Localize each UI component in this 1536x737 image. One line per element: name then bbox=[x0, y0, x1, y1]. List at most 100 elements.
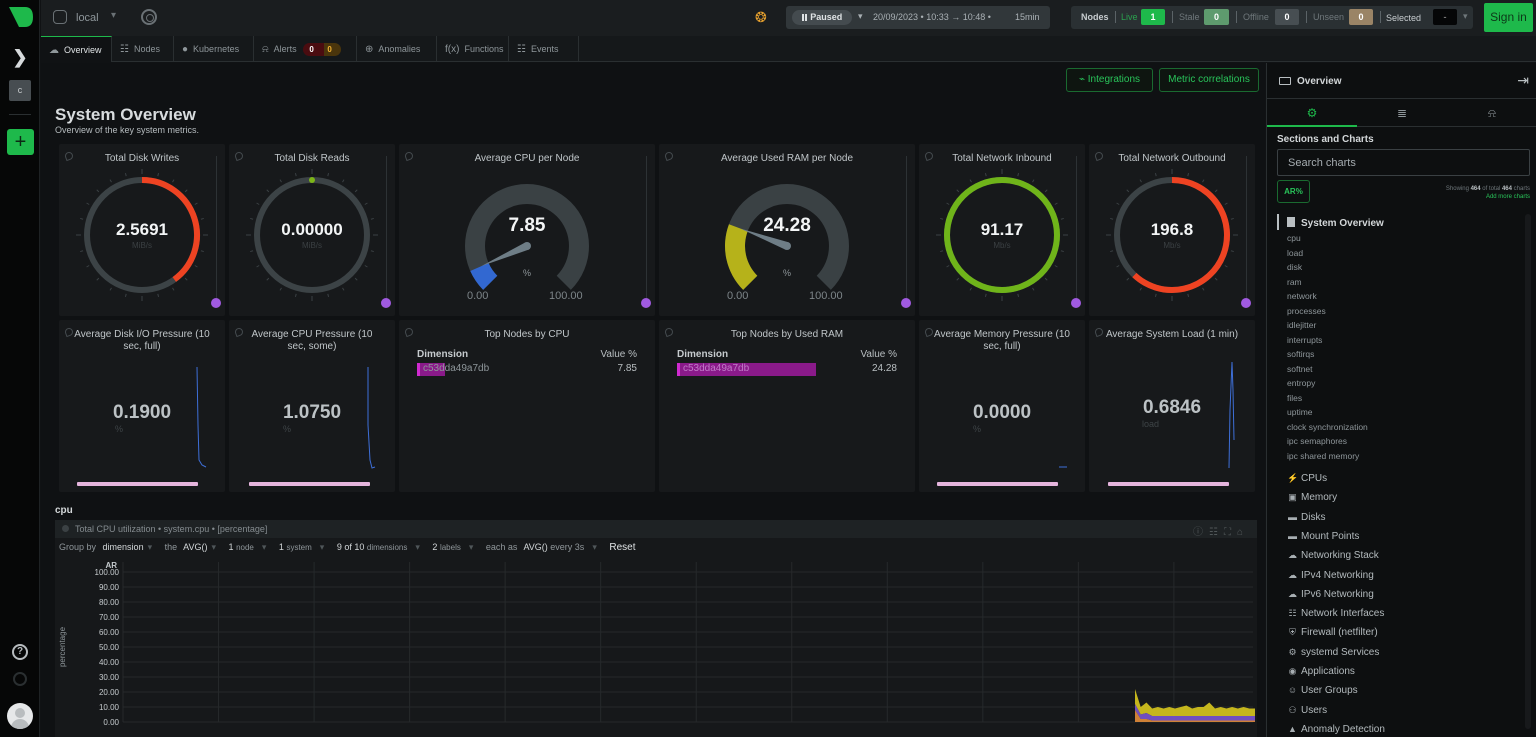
toc-category[interactable]: ⛨ Firewall (netfilter) bbox=[1287, 627, 1378, 638]
stale-count[interactable]: 0 bbox=[1204, 9, 1229, 25]
toc-item[interactable]: disk bbox=[1287, 262, 1302, 272]
toc-item[interactable]: interrupts bbox=[1287, 335, 1322, 345]
add-space-button[interactable]: + bbox=[7, 129, 34, 155]
toc-category[interactable]: ▬ Disks bbox=[1287, 512, 1325, 523]
info-icon[interactable]: ⓘ bbox=[1193, 527, 1209, 538]
nodes-select[interactable]: 1 node bbox=[229, 542, 258, 552]
toc-category[interactable]: ☷ Network Interfaces bbox=[1287, 608, 1384, 619]
toc-item[interactable]: ipc semaphores bbox=[1287, 436, 1347, 446]
sparkline-card[interactable]: Average System Load (1 min) 0.6846 load bbox=[1089, 320, 1255, 492]
anomaly-icon[interactable] bbox=[901, 298, 911, 308]
chevron-right-icon[interactable]: ❯ bbox=[11, 48, 29, 66]
toc-category[interactable]: ⚇ Users bbox=[1287, 705, 1327, 716]
tab-events[interactable]: ☷ Events bbox=[509, 36, 579, 62]
dimensions-select[interactable]: 9 of 10 dimensions bbox=[337, 542, 412, 552]
toc-category[interactable]: ☁ IPv6 Networking bbox=[1287, 589, 1374, 600]
integrations-button[interactable]: ⌁ Integrations bbox=[1066, 68, 1153, 92]
toc-category[interactable]: ⚙ systemd Services bbox=[1287, 647, 1379, 658]
unseen-count[interactable]: 0 bbox=[1349, 9, 1373, 25]
chevron-down-icon[interactable]: ▾ bbox=[111, 10, 116, 21]
toc-item[interactable]: uptime bbox=[1287, 407, 1313, 417]
ring-gauge-card[interactable]: Total Disk Writes 2.5691 MiB/s bbox=[59, 144, 225, 316]
time-range[interactable]: 20/09/2023 • 10:33 → 10:48 • bbox=[873, 12, 991, 22]
toc-item[interactable]: idlejitter bbox=[1287, 320, 1316, 330]
search-charts-input[interactable] bbox=[1277, 149, 1530, 176]
pin-icon[interactable] bbox=[62, 525, 69, 532]
gear-icon[interactable] bbox=[141, 9, 157, 25]
offline-count[interactable]: 0 bbox=[1275, 9, 1299, 25]
play-pause-button[interactable]: Paused bbox=[792, 10, 852, 25]
toc-group-system-overview[interactable]: System Overview bbox=[1301, 218, 1384, 229]
node-name[interactable]: c53dda49a7db bbox=[683, 363, 749, 374]
ring-gauge-card[interactable]: Total Network Inbound 91.17 Mb/s bbox=[919, 144, 1085, 316]
toc-item[interactable]: load bbox=[1287, 248, 1303, 258]
help-icon[interactable]: ? bbox=[12, 644, 28, 660]
fullscreen-icon[interactable]: ⛶ bbox=[1224, 527, 1237, 538]
toc-item[interactable]: clock synchronization bbox=[1287, 422, 1368, 432]
add-more-charts-link[interactable]: Add more charts bbox=[1486, 194, 1530, 200]
user-avatar-icon[interactable] bbox=[7, 703, 33, 729]
node-name[interactable]: c53dda49a7db bbox=[423, 363, 489, 374]
filter-icon[interactable]: ≣ bbox=[1357, 100, 1447, 127]
sparkline-card[interactable]: Average CPU Pressure (10 sec, some) 1.07… bbox=[229, 320, 395, 492]
toc-item[interactable]: entropy bbox=[1287, 378, 1315, 388]
time-duration[interactable]: 15min bbox=[1015, 12, 1040, 22]
tab-functions[interactable]: f(x) Functions bbox=[437, 36, 509, 62]
collapse-panel-icon[interactable]: ⇥ bbox=[1517, 72, 1529, 89]
group-by-select[interactable]: Group by dimension bbox=[59, 542, 144, 552]
scrollbar[interactable] bbox=[1076, 156, 1077, 298]
tab-anomalies[interactable]: ⊕ Anomalies bbox=[357, 36, 437, 62]
scrollbar[interactable] bbox=[216, 156, 217, 298]
charts-icon[interactable]: ⚙ bbox=[1267, 100, 1357, 127]
tab-alerts[interactable]: ⍾ Alerts 0 0 bbox=[254, 36, 357, 62]
ring-gauge-card[interactable]: Total Network Outbound 196.8 Mb/s bbox=[1089, 144, 1255, 316]
sparkline-card[interactable]: Average Disk I/O Pressure (10 sec, full)… bbox=[59, 320, 225, 492]
tab-overview[interactable]: ☁ Overview bbox=[41, 36, 112, 62]
toc-category[interactable]: ▬ Mount Points bbox=[1287, 531, 1359, 542]
top-nodes-card[interactable]: Top Nodes by Used RAM Dimension Value % … bbox=[659, 320, 915, 492]
aggregation-select[interactable]: the AVG() bbox=[165, 542, 208, 552]
time-aggregation-select[interactable]: each as AVG() every 3s bbox=[486, 542, 588, 552]
top-nodes-card[interactable]: Top Nodes by CPU Dimension Value % c53dd… bbox=[399, 320, 655, 492]
cpu-area-chart[interactable]: percentageAR100.0090.0080.0070.0060.0050… bbox=[55, 558, 1257, 737]
reset-button[interactable]: Reset bbox=[609, 542, 635, 553]
lightbulb-icon[interactable]: ❂ bbox=[755, 9, 769, 25]
scrollbar[interactable] bbox=[646, 156, 647, 298]
toc-item[interactable]: network bbox=[1287, 291, 1317, 301]
metric-correlations-button[interactable]: Metric correlations bbox=[1159, 68, 1259, 92]
netdata-logo[interactable] bbox=[8, 6, 34, 28]
toc-category[interactable]: ▲ Anomaly Detection bbox=[1287, 724, 1385, 735]
toc-item[interactable]: processes bbox=[1287, 306, 1326, 316]
toc-item[interactable]: ipc shared memory bbox=[1287, 451, 1359, 461]
scrollbar[interactable] bbox=[906, 156, 907, 298]
settings-icon[interactable]: ⌂ bbox=[1237, 527, 1249, 538]
chevron-down-icon[interactable]: ▾ bbox=[858, 11, 863, 22]
room-name[interactable]: local bbox=[76, 12, 99, 24]
bell-icon[interactable]: ⍾ bbox=[1447, 100, 1536, 127]
toc-category[interactable]: ☁ IPv4 Networking bbox=[1287, 570, 1374, 581]
toc-category[interactable]: ☁ Networking Stack bbox=[1287, 550, 1379, 561]
scrollbar[interactable] bbox=[1246, 156, 1247, 298]
tab-kubernetes[interactable]: ● Kubernetes bbox=[174, 36, 254, 62]
toc-item[interactable]: cpu bbox=[1287, 233, 1301, 243]
toc-item[interactable]: files bbox=[1287, 393, 1302, 403]
tab-nodes[interactable]: ☷ Nodes bbox=[112, 36, 174, 62]
anomaly-icon[interactable] bbox=[381, 298, 391, 308]
chevron-down-icon[interactable]: ▾ bbox=[1463, 11, 1468, 22]
settings-icon[interactable] bbox=[13, 672, 27, 686]
ring-gauge-card[interactable]: Total Disk Reads 0.00000 MiB/s bbox=[229, 144, 395, 316]
toc-category[interactable]: ☺ User Groups bbox=[1287, 685, 1358, 696]
arc-gauge-card[interactable]: Average CPU per Node 7.85 % 0.00 100.00 bbox=[399, 144, 655, 316]
anomaly-icon[interactable] bbox=[211, 298, 221, 308]
sign-in-button[interactable]: Sign in bbox=[1484, 3, 1533, 32]
scrollbar[interactable] bbox=[1525, 214, 1531, 729]
cpu-chart-card[interactable]: Total CPU utilization • system.cpu • [pe… bbox=[55, 520, 1257, 737]
toc-item[interactable]: softirqs bbox=[1287, 349, 1314, 359]
ar-toggle-button[interactable]: AR% bbox=[1277, 180, 1310, 203]
live-count[interactable]: 1 bbox=[1141, 9, 1165, 25]
toc-item[interactable]: ram bbox=[1287, 277, 1302, 287]
time-picker[interactable]: Paused ▾ 20/09/2023 • 10:33 → 10:48 • 15… bbox=[786, 6, 1050, 29]
scrollbar[interactable] bbox=[386, 156, 387, 298]
anomaly-icon[interactable] bbox=[641, 298, 651, 308]
arc-gauge-card[interactable]: Average Used RAM per Node 24.28 % 0.00 1… bbox=[659, 144, 915, 316]
